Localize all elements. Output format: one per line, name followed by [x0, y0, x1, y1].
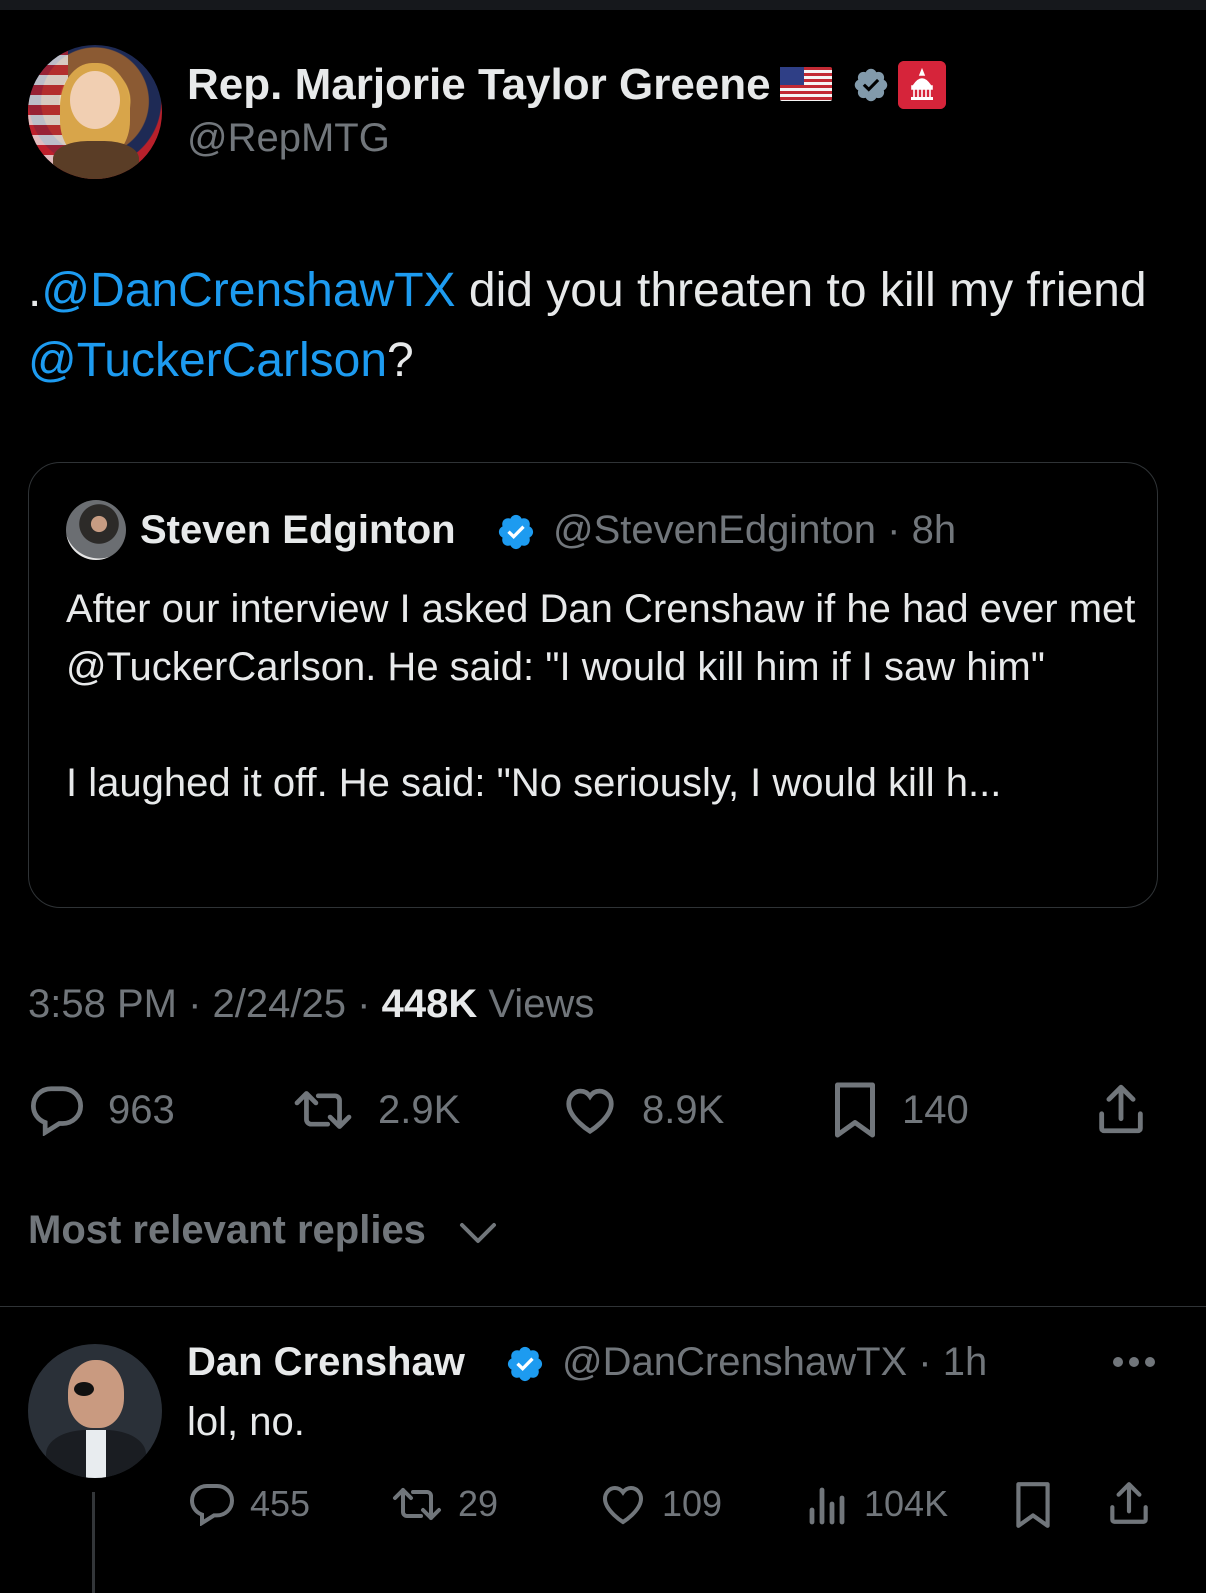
- post-time[interactable]: 3:58 PM: [28, 982, 177, 1026]
- heart-icon: [602, 1485, 644, 1525]
- reply-repost-button[interactable]: 29: [390, 1482, 498, 1526]
- like-count: 8.9K: [642, 1087, 725, 1132]
- author-handle[interactable]: @RepMTG: [187, 116, 390, 161]
- reply-author-handle[interactable]: @DanCrenshawTX · 1h: [562, 1340, 987, 1385]
- heart-icon: [566, 1088, 614, 1135]
- repost-icon: [294, 1091, 352, 1129]
- tweet-text-middle: did you threaten to kill my friend: [455, 264, 1147, 317]
- views-count[interactable]: 448K: [382, 982, 478, 1026]
- capitol-badge-icon[interactable]: [898, 61, 946, 109]
- quoted-post-text: After our interview I asked Dan Crenshaw…: [66, 580, 1136, 812]
- mention-link[interactable]: @TuckerCarlson: [28, 334, 387, 387]
- post-meta: 3:58 PM · 2/24/25 · 448K Views: [28, 982, 594, 1027]
- repost-button[interactable]: 2.9K: [290, 1084, 460, 1136]
- avatar-face: [70, 71, 120, 129]
- replies-sort-label[interactable]: Most relevant replies: [28, 1208, 426, 1253]
- reply-views-button[interactable]: 104K: [806, 1482, 948, 1526]
- more-icon[interactable]: [1112, 1352, 1156, 1372]
- post-date[interactable]: 2/24/25: [213, 982, 346, 1026]
- reply-views-count: 104K: [864, 1483, 949, 1524]
- divider: [0, 1306, 1206, 1307]
- author-avatar[interactable]: [28, 45, 162, 179]
- reply-share-button[interactable]: [1106, 1478, 1152, 1528]
- post-detail-page: Rep. Marjorie Taylor Greene @RepMTG .@Da…: [0, 0, 1206, 1593]
- verified-badge-icon[interactable]: [496, 512, 536, 552]
- reply-like-count: 109: [662, 1483, 723, 1524]
- avatar-shirt: [86, 1430, 106, 1478]
- chevron-down-icon[interactable]: [458, 1220, 498, 1246]
- reply-author-avatar[interactable]: [28, 1344, 162, 1478]
- avatar-eyepatch: [74, 1382, 94, 1396]
- bookmark-count: 140: [902, 1087, 969, 1132]
- tweet-text-suffix: ?: [387, 334, 414, 387]
- quoted-text-paragraph: After our interview I asked Dan Crenshaw…: [66, 587, 1136, 689]
- reply-text: lol, no.: [187, 1400, 305, 1444]
- views-label: Views: [488, 982, 595, 1026]
- bookmark-icon: [1016, 1482, 1050, 1528]
- share-button[interactable]: [1094, 1080, 1148, 1138]
- repost-icon: [393, 1488, 441, 1520]
- repost-count: 2.9K: [378, 1087, 461, 1132]
- views-icon: [809, 1487, 845, 1525]
- verified-badge-icon[interactable]: [852, 66, 890, 104]
- reply-like-button[interactable]: 109: [598, 1482, 722, 1526]
- avatar-clothing: [53, 141, 139, 179]
- quoted-text-paragraph: I laughed it off. He said: "No seriously…: [66, 761, 1002, 805]
- top-bar: [0, 0, 1206, 10]
- thread-line: [92, 1492, 95, 1593]
- us-flag-icon: [780, 67, 832, 101]
- bookmark-icon: [835, 1082, 875, 1138]
- reply-count: 963: [108, 1087, 175, 1132]
- quoted-author-name[interactable]: Steven Edginton: [140, 508, 456, 553]
- reply-bookmark-button[interactable]: [1012, 1480, 1054, 1530]
- reply-icon: [189, 1484, 235, 1526]
- tweet-text-prefix: .: [28, 264, 42, 317]
- share-icon: [1099, 1084, 1143, 1134]
- meta-separator: ·: [357, 982, 371, 1026]
- like-button[interactable]: 8.9K: [560, 1084, 724, 1136]
- quoted-author-handle[interactable]: @StevenEdginton · 8h: [553, 508, 956, 553]
- meta-separator: ·: [188, 982, 202, 1026]
- reply-author-name[interactable]: Dan Crenshaw: [187, 1340, 465, 1385]
- author-name[interactable]: Rep. Marjorie Taylor Greene: [187, 60, 771, 110]
- quoted-author-avatar[interactable]: [66, 500, 126, 560]
- reply-button[interactable]: 963: [28, 1084, 175, 1136]
- tweet-text: .@DanCrenshawTX did you threaten to kill…: [28, 256, 1178, 396]
- mention-link[interactable]: @DanCrenshawTX: [41, 264, 455, 317]
- verified-badge-icon[interactable]: [505, 1344, 545, 1384]
- reply-repost-count: 29: [458, 1483, 499, 1524]
- reply-reply-button[interactable]: 455: [188, 1482, 310, 1526]
- reply-reply-count: 455: [250, 1483, 311, 1524]
- share-icon: [1110, 1482, 1148, 1524]
- reply-icon: [30, 1086, 84, 1136]
- bookmark-button[interactable]: 140: [830, 1080, 969, 1140]
